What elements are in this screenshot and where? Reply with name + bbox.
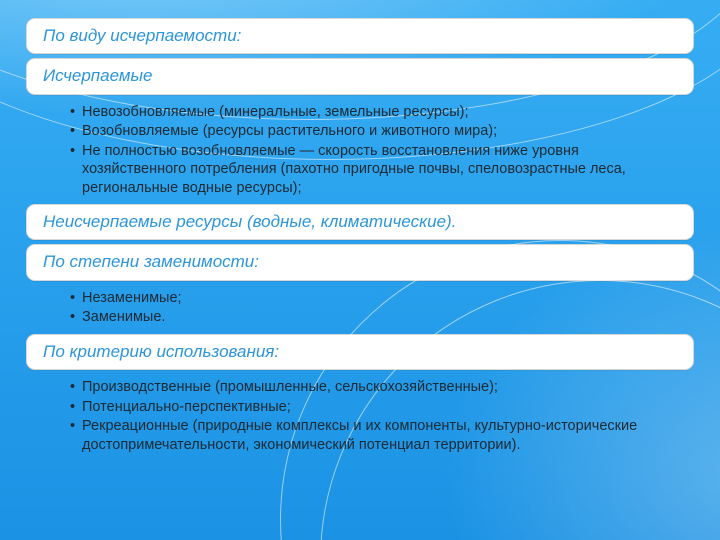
list-item: Возобновляемые (ресурсы растительного и … xyxy=(70,122,672,141)
slide: По виду исчерпаемости: Исчерпаемые Невоз… xyxy=(0,0,720,540)
list-item: Производственные (промышленные, сельскох… xyxy=(70,378,672,397)
list-item: Незаменимые; xyxy=(70,289,672,308)
heading-exhaustibility: По виду исчерпаемости: xyxy=(26,18,694,54)
heading-exhaustible: Исчерпаемые xyxy=(26,58,694,94)
list-item: Не полностью возобновляемые — скорость в… xyxy=(70,142,672,198)
heading-substitutability: По степени заменимости: xyxy=(26,244,694,280)
heading-inexhaustible: Неисчерпаемые ресурсы (водные, климатиче… xyxy=(26,204,694,240)
heading-usage: По критерию использования: xyxy=(26,334,694,370)
list-item: Невозобновляемые (минеральные, земельные… xyxy=(70,103,672,122)
list-item: Рекреационные (природные комплексы и их … xyxy=(70,417,672,454)
list-item: Заменимые. xyxy=(70,308,672,327)
list-exhaustible: Невозобновляемые (минеральные, земельные… xyxy=(26,99,694,205)
list-usage: Производственные (промышленные, сельскох… xyxy=(26,374,694,461)
list-item: Потенциально-перспективные; xyxy=(70,398,672,417)
list-substitutability: Незаменимые; Заменимые. xyxy=(26,285,694,334)
